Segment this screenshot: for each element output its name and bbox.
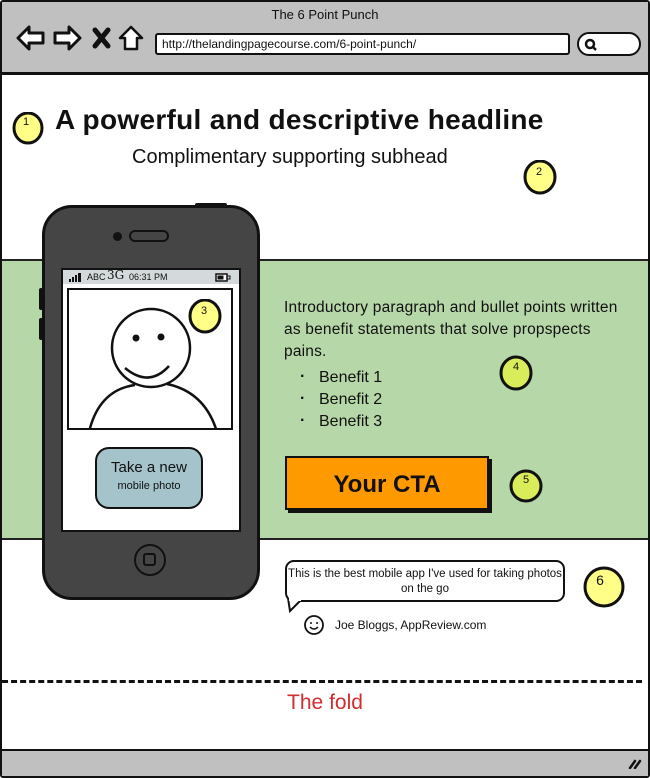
browser-status-bar <box>2 749 648 776</box>
take-photo-button[interactable]: Take a new mobile photo <box>95 447 203 509</box>
annotation-badge: 4 <box>498 355 533 391</box>
annotation-badge: 6 <box>583 566 625 608</box>
network-label: 3G <box>107 268 125 282</box>
search-icon <box>584 38 597 51</box>
benefit-list: Benefit 1 Benefit 2 Benefit 3 <box>300 366 382 433</box>
annotation-badge: 3 <box>188 298 222 334</box>
phone-home-button <box>134 544 166 576</box>
annotation-badge: 5 <box>508 468 543 503</box>
annotation-badge: 2 <box>522 159 557 195</box>
window-title: The 6 Point Punch <box>271 7 379 22</box>
fold-divider <box>2 680 642 683</box>
annotation-badge: 1 <box>11 111 44 145</box>
resize-grip-icon[interactable] <box>628 757 642 769</box>
carrier-label: ABC <box>87 272 106 282</box>
phone-status-bar: ABC 3G 06:31 PM <box>63 268 239 284</box>
clock-label: 06:31 PM <box>129 272 168 282</box>
benefit-item: Benefit 1 <box>300 366 382 389</box>
battery-icon <box>215 273 231 282</box>
cta-button[interactable]: Your CTA <box>285 456 489 510</box>
speech-tail <box>287 598 302 614</box>
benefit-item: Benefit 3 <box>300 410 382 433</box>
search-input[interactable] <box>577 32 641 56</box>
phone-speaker <box>129 230 169 242</box>
arrow-left-icon[interactable] <box>16 24 45 52</box>
take-photo-sublabel: mobile photo <box>117 480 181 492</box>
testimonial-bubble: This is the best mobile app I've used fo… <box>285 560 565 602</box>
phone-volume-button <box>39 288 43 310</box>
phone-mockup: ABC 3G 06:31 PM Take a new mobile photo <box>39 203 260 600</box>
benefit-item: Benefit 2 <box>300 388 382 411</box>
page-subhead: Complimentary supporting subhead <box>132 146 448 168</box>
take-photo-label: Take a new <box>111 459 187 476</box>
arrow-right-icon[interactable] <box>52 24 82 52</box>
phone-power-button <box>195 203 227 207</box>
intro-paragraph: Introductory paragraph and bullet points… <box>284 299 618 360</box>
page-headline: A powerful and descriptive headline <box>55 104 544 135</box>
phone-camera <box>113 232 122 241</box>
smiley-icon <box>304 615 324 635</box>
home-icon[interactable] <box>118 24 146 52</box>
author-name: Joe Bloggs, AppReview.com <box>335 618 487 632</box>
signal-icon <box>69 273 81 282</box>
phone-volume-button <box>39 318 43 340</box>
fold-label: The fold <box>287 691 363 714</box>
address-bar[interactable]: http://thelandingpagecourse.com/6-point-… <box>155 33 570 55</box>
browser-toolbar: The 6 Point Punch http://thelandingpagec… <box>2 2 648 75</box>
close-icon[interactable] <box>92 24 120 52</box>
